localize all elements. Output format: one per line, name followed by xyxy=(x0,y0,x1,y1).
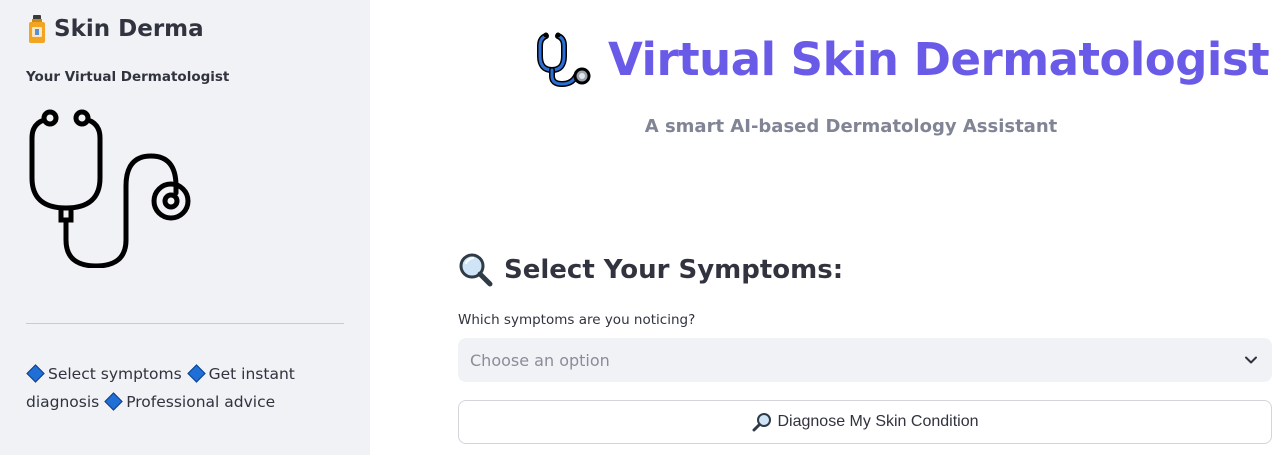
magnifying-glass-icon xyxy=(752,413,771,432)
diagnose-button[interactable]: Diagnose My Skin Condition xyxy=(458,400,1272,444)
diagnose-button-label: Diagnose My Skin Condition xyxy=(777,413,979,430)
sidebar-tagline: Your Virtual Dermatologist xyxy=(26,69,230,85)
symptoms-select[interactable]: Choose an option xyxy=(458,338,1272,382)
sidebar-brand: Skin Derma xyxy=(26,14,204,44)
feature-item: Professional advice xyxy=(126,393,276,411)
sidebar: Skin Derma Your Virtual Dermatologist Se… xyxy=(0,0,370,455)
page-header: Virtual Skin Dermatologist xyxy=(536,30,1270,88)
magnifying-glass-icon xyxy=(459,253,493,287)
page-title: Virtual Skin Dermatologist xyxy=(608,32,1270,86)
symptoms-label: Which symptoms are you noticing? xyxy=(458,312,696,328)
chevron-down-icon[interactable] xyxy=(1244,353,1258,367)
feature-item: Select symptoms xyxy=(48,365,182,383)
symptoms-section-header: Select Your Symptoms: xyxy=(458,252,843,288)
feature-list: Select symptoms Get instant diagnosis Pr… xyxy=(26,360,326,416)
main-content: Virtual Skin Dermatologist A smart AI-ba… xyxy=(370,0,1280,455)
medicine-bottle-icon xyxy=(29,15,45,43)
stethoscope-icon xyxy=(537,32,591,88)
brand-title: Skin Derma xyxy=(54,16,204,42)
select-placeholder: Choose an option xyxy=(470,350,610,370)
stethoscope-icon xyxy=(29,109,191,268)
page-subtitle: A smart AI-based Dermatology Assistant xyxy=(644,116,1058,137)
section-title: Select Your Symptoms: xyxy=(504,255,844,285)
blue-diamond-icon xyxy=(186,364,206,383)
blue-diamond-icon xyxy=(104,392,123,411)
app: Skin Derma Your Virtual Dermatologist Se… xyxy=(0,0,1280,455)
sidebar-divider xyxy=(26,323,344,324)
blue-diamond-icon xyxy=(26,364,45,383)
